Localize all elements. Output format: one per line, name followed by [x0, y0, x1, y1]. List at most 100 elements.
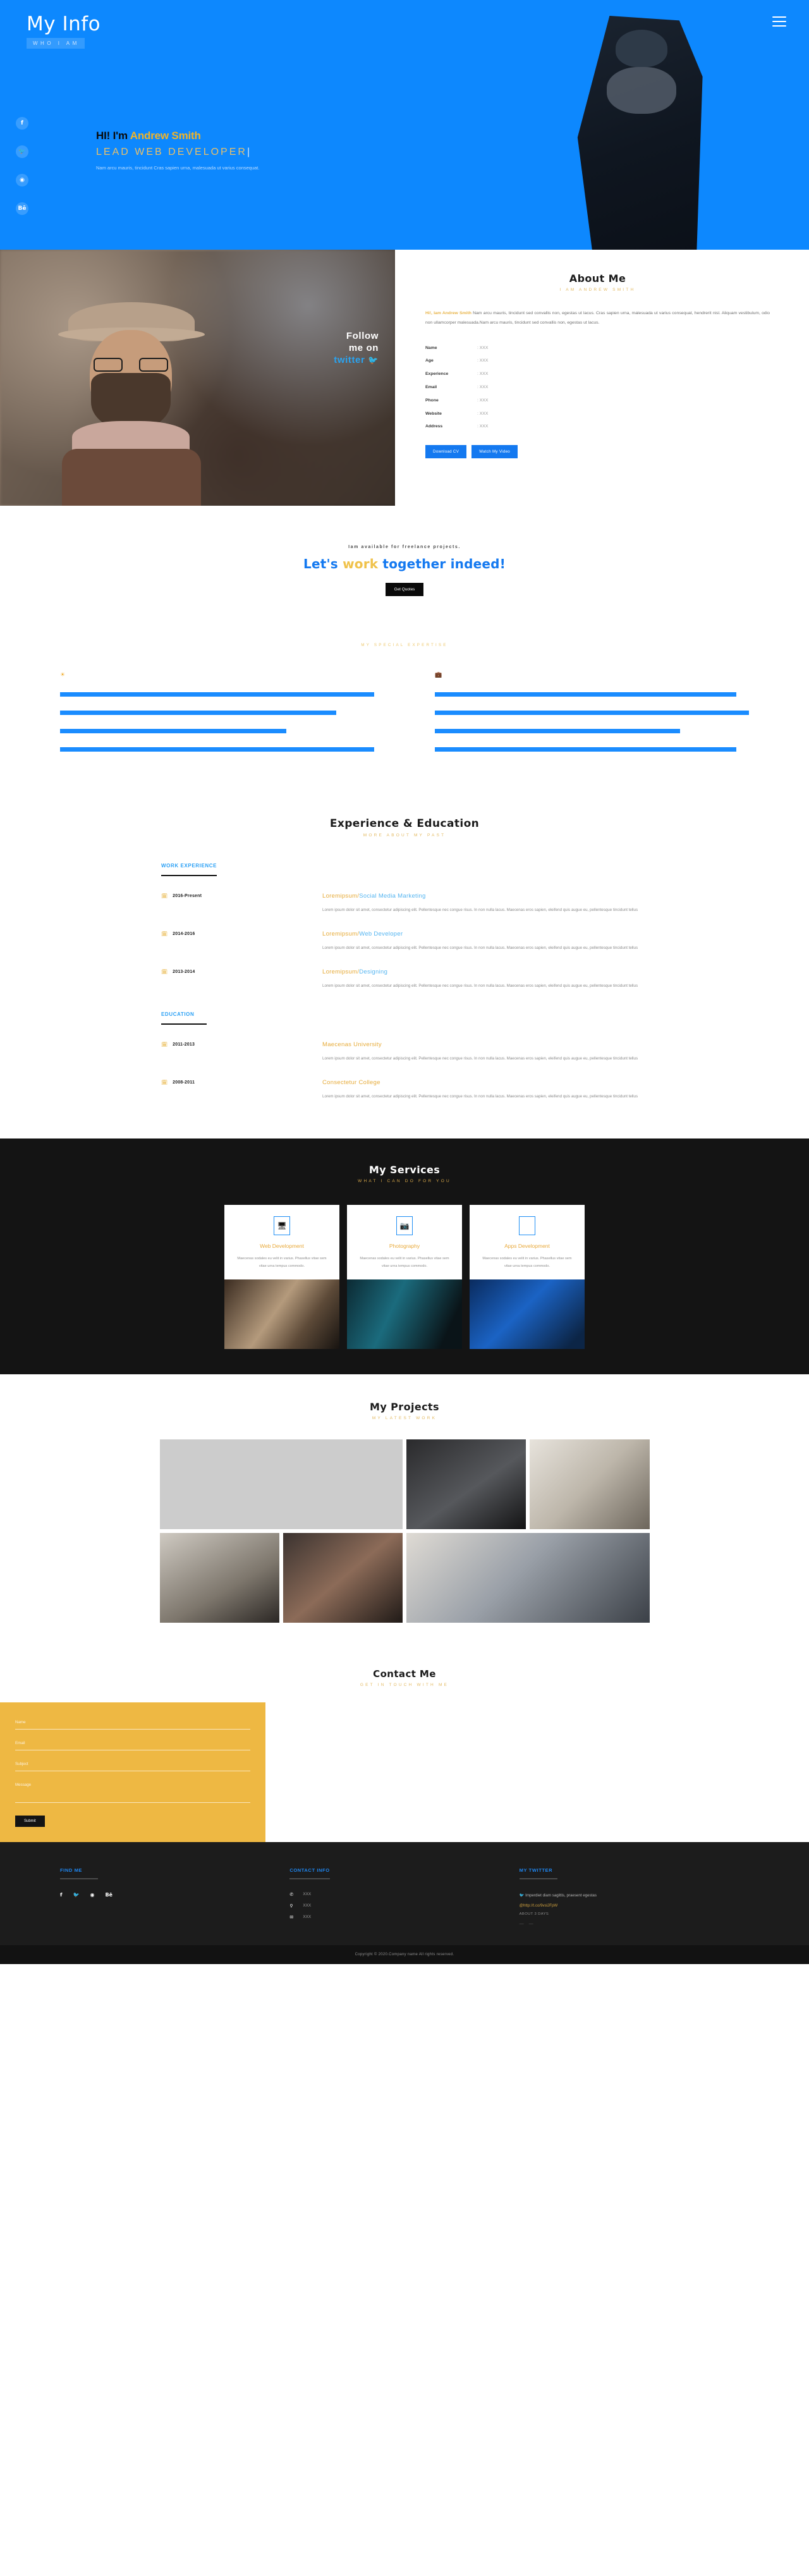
- work-experience-header: WORK EXPERIENCE: [161, 863, 217, 876]
- follow-twitter-overlay[interactable]: Follow me on twitter 🐦: [334, 331, 379, 365]
- contact-map[interactable]: [265, 1702, 809, 1842]
- service-image: [470, 1279, 585, 1349]
- fact-value: : XXX: [477, 358, 489, 363]
- message-textarea[interactable]: [15, 1777, 250, 1803]
- resume-subtitle: MORE ABOUT MY PAST: [363, 833, 446, 838]
- calendar-icon: 🗓: [161, 1080, 168, 1086]
- submit-button[interactable]: Submit: [15, 1815, 45, 1827]
- footer-social-list: f 🐦 ◉ Bē: [60, 1892, 289, 1898]
- hero-role-text: LEAD WEB DEVELOPER: [96, 147, 247, 157]
- download-cv-button[interactable]: Download CV: [425, 445, 467, 459]
- project-thumbnail[interactable]: [530, 1439, 650, 1529]
- project-thumbnail[interactable]: [159, 1439, 403, 1529]
- work-item-body: Loremipsum/Web Developer Lorem ipsum dol…: [322, 931, 648, 952]
- services-section: My Services WHAT I CAN DO FOR YOU 🖥 Web …: [0, 1138, 809, 1374]
- sun-icon: ☀: [60, 671, 66, 678]
- tweet-link[interactable]: @http://t.co/9vslJFpW: [520, 1903, 749, 1908]
- date-label: 2016-Present: [173, 894, 202, 898]
- twitter-icon[interactable]: 🐦: [73, 1892, 79, 1898]
- service-card-web-development[interactable]: 🖥 Web Development Maecenas sodales eu ve…: [224, 1205, 339, 1349]
- date-label: 2013-2014: [173, 970, 195, 975]
- hero-greeting-prefix: HI! I'm: [96, 130, 130, 142]
- contact-email-value: XXX: [303, 1915, 312, 1920]
- service-card-photography[interactable]: 📷 Photography Maecenas sodales eu velit …: [347, 1205, 462, 1349]
- fact-key: Phone: [425, 398, 439, 403]
- about-facts-list: Name : XXX Age : XXX Experience : XXX Em…: [425, 342, 770, 434]
- work-role: Social Media Marketing: [359, 893, 426, 900]
- skill-bar-row: [60, 729, 374, 733]
- skill-bar: [435, 711, 749, 715]
- contact-phone-value: XXX: [303, 1892, 312, 1897]
- service-card-apps-development[interactable]: Apps Development Maecenas sodales eu vel…: [470, 1205, 585, 1349]
- behance-icon[interactable]: Bē: [16, 202, 28, 215]
- contact-email-row: ✉ XXX: [289, 1915, 519, 1920]
- project-thumbnail[interactable]: [283, 1532, 403, 1623]
- briefcase-icon: 💼: [435, 671, 442, 678]
- contact-subtitle: GET IN TOUCH WITH ME: [360, 1682, 449, 1687]
- email-input[interactable]: [15, 1735, 250, 1750]
- name-input[interactable]: [15, 1714, 250, 1730]
- monitor-icon: 🖥: [274, 1216, 290, 1236]
- menu-hamburger-icon[interactable]: [772, 16, 786, 27]
- project-thumbnail[interactable]: [159, 1532, 279, 1623]
- availability-text: Iam available for freelance projects.: [348, 545, 461, 549]
- project-thumbnail[interactable]: [406, 1439, 526, 1529]
- skill-bar-row: [435, 747, 749, 752]
- skill-bar: [60, 711, 337, 715]
- fact-row-website: Website : XXX: [425, 408, 770, 421]
- work-role: Web Developer: [359, 931, 403, 938]
- contact-title: Contact Me: [373, 1668, 436, 1680]
- dribbble-icon[interactable]: ◉: [90, 1892, 94, 1898]
- tweet-timestamp: ABOUT 3 DAYS: [519, 1912, 549, 1916]
- behance-icon[interactable]: Bē: [105, 1892, 113, 1898]
- fact-key: Email: [425, 384, 437, 389]
- dribbble-icon[interactable]: ◉: [16, 174, 28, 186]
- resume-section: Experience & Education MORE ABOUT MY PAS…: [0, 803, 809, 1138]
- cta-headline-part2: together indeed!: [378, 556, 506, 571]
- work-item-date: 🗓 2013-2014: [161, 968, 322, 990]
- fact-value: : XXX: [477, 372, 489, 377]
- hero-name: Andrew Smith: [130, 130, 201, 142]
- skill-bar: [435, 692, 737, 697]
- expertise-column-left: ☀: [60, 671, 374, 766]
- fact-key: Experience: [425, 372, 449, 377]
- skill-bar-row: [435, 711, 749, 715]
- hero-role: LEAD WEB DEVELOPER|: [96, 147, 387, 158]
- tweet-carousel-dots[interactable]: — —: [520, 1922, 749, 1926]
- work-item-desc: Lorem ipsum dolor sit amet, consectetur …: [322, 946, 638, 951]
- work-item-title: Loremipsum/Designing: [322, 968, 648, 975]
- facebook-icon[interactable]: f: [60, 1892, 62, 1898]
- twitter-bird-icon: 🐦: [519, 1893, 525, 1898]
- work-item-title: Loremipsum/Web Developer: [322, 931, 648, 937]
- contact-address-value: XXX: [303, 1903, 312, 1908]
- hero-text-block: HI! I'm Andrew Smith LEAD WEB DEVELOPER|…: [96, 130, 387, 172]
- work-item-date: 🗓 2014-2016: [161, 931, 322, 952]
- follow-line-3: twitter 🐦: [334, 355, 379, 365]
- work-org: Loremipsum/: [322, 968, 360, 976]
- watch-video-button[interactable]: Watch My Video: [471, 445, 518, 459]
- work-item-desc: Lorem ipsum dolor sit amet, consectetur …: [322, 908, 638, 912]
- calendar-icon: 🗓: [161, 893, 168, 899]
- skill-bar: [60, 747, 374, 752]
- footer-contact-list: ✆ XXX ⚲ XXX ✉ XXX: [289, 1892, 519, 1920]
- facebook-icon[interactable]: f: [16, 117, 28, 130]
- work-item-desc: Lorem ipsum dolor sit amet, consectetur …: [322, 984, 638, 989]
- camera-icon: 📷: [396, 1216, 413, 1236]
- project-thumbnail[interactable]: [406, 1532, 650, 1623]
- location-pin-icon: ⚲: [289, 1903, 293, 1908]
- education-item-desc: Lorem ipsum dolor sit amet, consectetur …: [322, 1094, 638, 1099]
- fact-key: Website: [425, 411, 442, 416]
- brand-tagline: WHO I AM: [27, 38, 85, 49]
- about-intro-highlight: Hi!, Iam Andrew Smith: [425, 311, 471, 315]
- subject-input[interactable]: [15, 1756, 250, 1771]
- footer-columns: FIND ME f 🐦 ◉ Bē CONTACT INFO ✆ XXX ⚲ XX…: [0, 1864, 809, 1926]
- follow-line-1: Follow: [346, 331, 379, 341]
- education-header: EDUCATION: [161, 1011, 207, 1025]
- portfolio-page: My Info WHO I AM f 🐦 ◉ Bē HI! I'm Andrew…: [0, 0, 809, 1964]
- resume-body: WORK EXPERIENCE 🗓 2016-Present Loremipsu…: [0, 859, 809, 1101]
- calendar-icon: 🗓: [161, 931, 168, 937]
- get-quotes-button[interactable]: Get Quotes: [385, 583, 424, 596]
- cta-headline-part1: Let's: [303, 556, 343, 571]
- twitter-icon[interactable]: 🐦: [16, 145, 28, 158]
- hero-greeting: HI! I'm Andrew Smith: [96, 130, 387, 142]
